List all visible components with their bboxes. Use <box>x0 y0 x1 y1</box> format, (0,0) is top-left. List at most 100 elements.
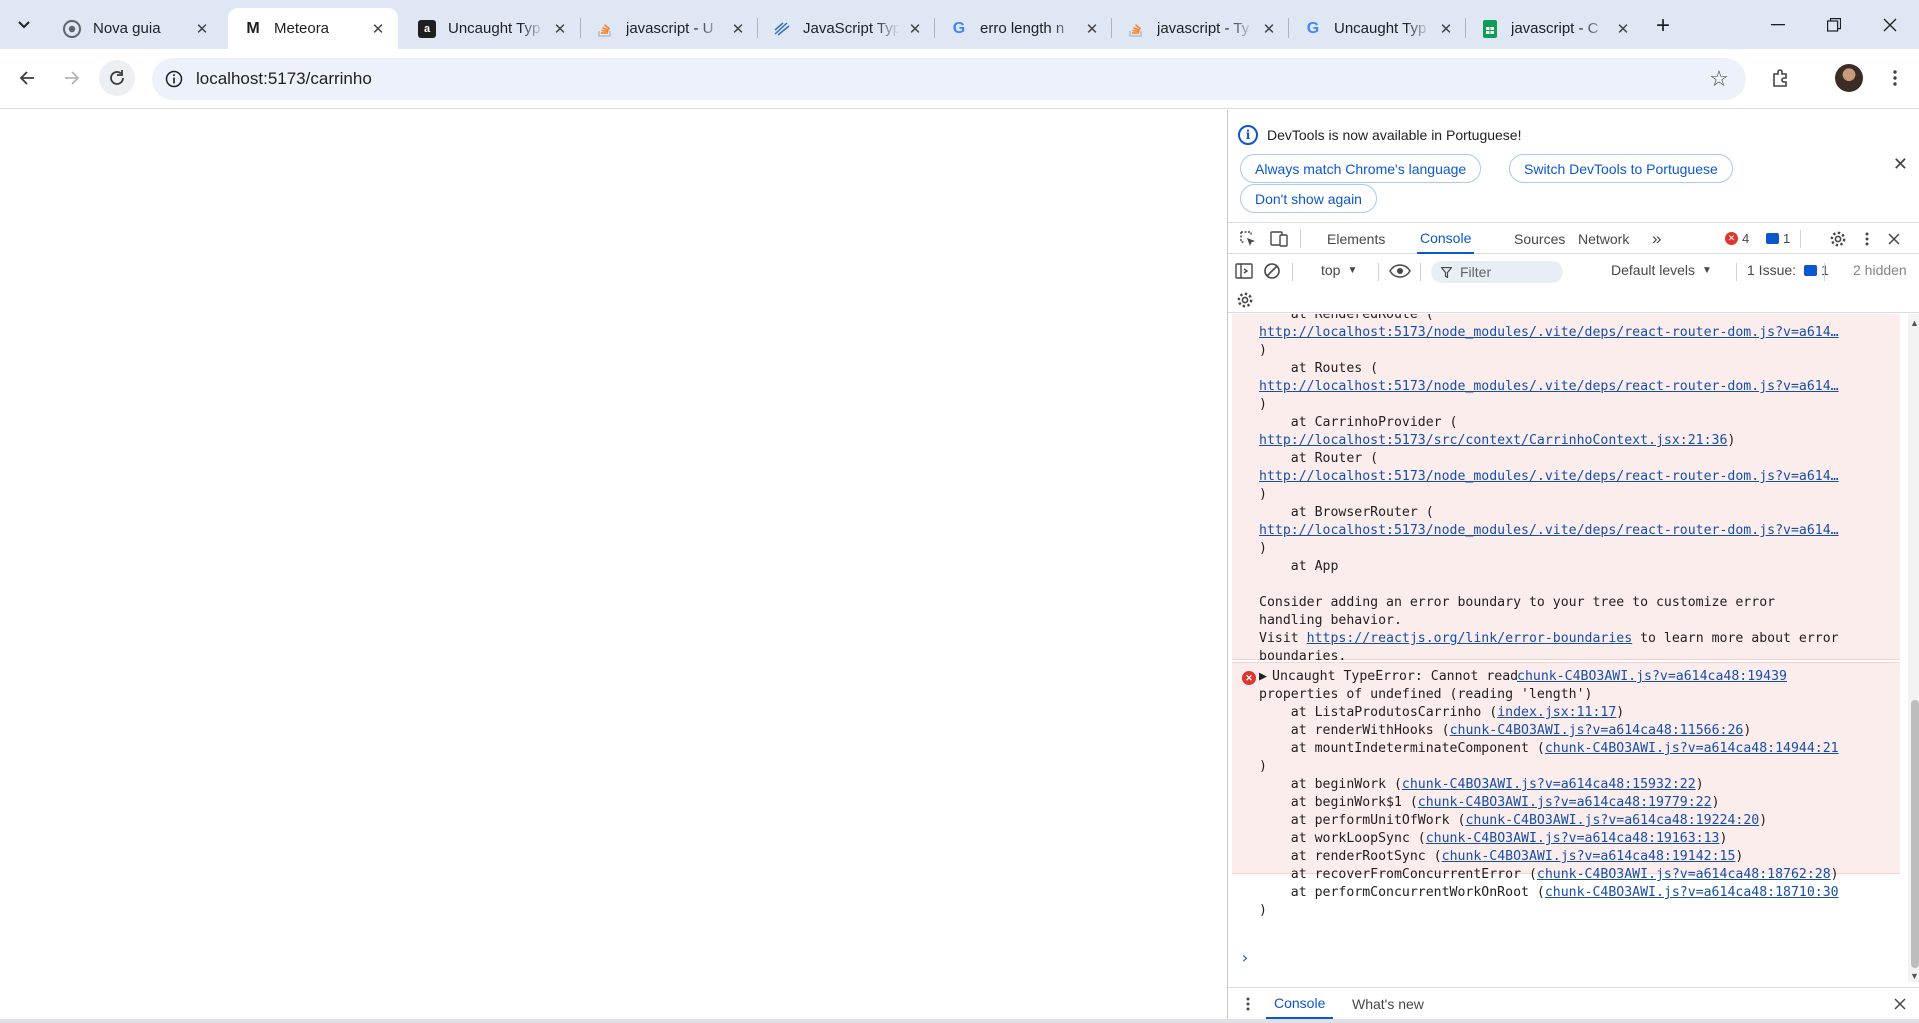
inspect-element-icon[interactable] <box>1238 229 1258 249</box>
info-icon: i <box>1238 125 1258 145</box>
close-infobar-icon[interactable]: ✕ <box>1893 154 1908 175</box>
tab-elements[interactable]: Elements <box>1327 223 1385 254</box>
browser-toolbar: localhost:5173/carrinho ☆ <box>0 49 1919 109</box>
console-line: at Router ( <box>1259 450 1378 468</box>
tab-javascript-ty[interactable]: javascript - Ty ✕ <box>1111 8 1289 49</box>
console-text: ) <box>1616 705 1625 720</box>
switch-to-portuguese-button[interactable]: Switch DevTools to Portuguese <box>1509 154 1733 183</box>
error-expand-arrow-icon[interactable]: ▶ <box>1259 668 1267 686</box>
error-headline: Uncaught TypeError: Cannot read <box>1272 669 1519 684</box>
tab-meteora[interactable]: M Meteora ✕ <box>228 8 398 49</box>
devtools-settings-gear-icon[interactable] <box>1828 229 1848 249</box>
new-tab-button[interactable]: + <box>1649 12 1677 40</box>
close-tab-icon[interactable]: ✕ <box>192 19 212 39</box>
context-selector[interactable]: top ▼ <box>1321 262 1357 278</box>
clear-console-icon[interactable] <box>1262 261 1282 281</box>
stackoverflow-icon <box>1127 20 1145 38</box>
console-settings-gear-icon[interactable] <box>1235 290 1255 310</box>
more-tabs-icon[interactable]: » <box>1652 223 1661 254</box>
source-link[interactable]: http://localhost:5173/node_modules/.vite… <box>1259 325 1839 340</box>
issues-counter[interactable]: 1 Issue: 1 <box>1747 262 1829 278</box>
tab-javascript-typ[interactable]: JavaScript Typ ✕ <box>757 8 935 49</box>
drawer-tab-console[interactable]: Console <box>1266 988 1334 1019</box>
console-text: at App <box>1259 559 1339 574</box>
close-tab-icon[interactable]: ✕ <box>905 19 925 39</box>
tab-nova-guia[interactable]: Nova guia ✕ <box>47 8 222 49</box>
scroll-up-arrow-icon[interactable]: ▲ <box>1910 318 1919 328</box>
device-toolbar-icon[interactable] <box>1269 229 1289 249</box>
tab-javascript-c[interactable]: javascript - C ✕ <box>1465 8 1643 49</box>
close-tab-icon[interactable]: ✕ <box>1259 19 1279 39</box>
source-link[interactable]: chunk-C4BO3AWI.js?v=a614ca48:19224:20 <box>1465 813 1759 828</box>
error-count-badge[interactable]: ✕ 4 <box>1725 231 1749 246</box>
close-window-button[interactable] <box>1862 0 1918 49</box>
close-tab-icon[interactable]: ✕ <box>1082 19 1102 39</box>
always-match-language-button[interactable]: Always match Chrome's language <box>1240 154 1482 183</box>
restore-button[interactable] <box>1806 0 1862 49</box>
source-link[interactable]: chunk-C4BO3AWI.js?v=a614ca48:19163:13 <box>1426 831 1720 846</box>
tab-title: Nova guia <box>93 20 161 37</box>
console-filter-input[interactable]: Filter <box>1431 261 1563 283</box>
source-link[interactable]: chunk-C4BO3AWI.js?v=a614ca48:15932:22 <box>1402 777 1696 792</box>
tab-uncaught-typ-1[interactable]: a Uncaught Typ ✕ <box>402 8 580 49</box>
log-levels-dropdown[interactable]: Default levels ▼ <box>1611 262 1712 278</box>
source-link[interactable]: chunk-C4BO3AWI.js?v=a614ca48:18710:30 <box>1545 885 1839 900</box>
console-line: at Routes ( <box>1259 360 1378 378</box>
source-link[interactable]: http://localhost:5173/node_modules/.vite… <box>1259 379 1839 394</box>
close-tab-icon[interactable]: ✕ <box>368 19 388 39</box>
source-link[interactable]: https://reactjs.org/link/error-boundarie… <box>1307 631 1633 646</box>
tab-title: Uncaught Typ <box>448 20 541 37</box>
console-line: ) <box>1259 396 1267 414</box>
source-link[interactable]: http://localhost:5173/node_modules/.vite… <box>1259 469 1839 484</box>
chevron-down-icon: ▼ <box>1347 264 1358 276</box>
scrollbar-thumb[interactable] <box>1911 700 1919 968</box>
source-link[interactable]: index.jsx:11:17 <box>1497 705 1616 720</box>
tab-console[interactable]: Console <box>1417 223 1475 254</box>
chrome-menu-icon[interactable] <box>1881 64 1909 92</box>
close-tab-icon[interactable]: ✕ <box>550 19 570 39</box>
site-info-icon[interactable] <box>162 67 186 91</box>
close-tab-icon[interactable]: ✕ <box>1436 19 1456 39</box>
bookmark-star-icon[interactable]: ☆ <box>1706 66 1732 92</box>
scroll-down-arrow-icon[interactable]: ▼ <box>1910 971 1919 981</box>
extensions-icon[interactable] <box>1767 64 1795 92</box>
error-source-link[interactable]: chunk-C4BO3AWI.js?v=a614ca48:19439 <box>1517 668 1787 686</box>
message-count-badge[interactable]: 1 <box>1766 231 1790 246</box>
url-text: localhost:5173/carrinho <box>196 69 372 88</box>
close-tab-icon[interactable]: ✕ <box>728 19 748 39</box>
tab-network[interactable]: Network <box>1578 223 1629 254</box>
source-link[interactable]: chunk-C4BO3AWI.js?v=a614ca48:11566:26 <box>1450 723 1744 738</box>
close-drawer-icon[interactable] <box>1890 994 1910 1014</box>
live-expression-eye-icon[interactable] <box>1388 261 1412 281</box>
address-bar[interactable]: localhost:5173/carrinho ☆ <box>152 58 1746 100</box>
console-prompt-icon[interactable]: › <box>1240 948 1250 967</box>
dont-show-again-button[interactable]: Don't show again <box>1240 184 1377 213</box>
console-text: ) <box>1259 343 1267 358</box>
console-line: http://localhost:5173/node_modules/.vite… <box>1259 522 1839 540</box>
source-link[interactable]: http://localhost:5173/src/context/Carrin… <box>1259 433 1727 448</box>
source-link[interactable]: chunk-C4BO3AWI.js?v=a614ca48:14944:21 <box>1545 741 1839 756</box>
console-output[interactable]: at RenderedRoute (http://localhost:5173/… <box>1228 314 1908 982</box>
tab-uncaught-typ-2[interactable]: G Uncaught Typ ✕ <box>1288 8 1466 49</box>
drawer-tab-whats-new[interactable]: What's new <box>1352 988 1424 1019</box>
console-line: ) <box>1259 758 1267 776</box>
show-sidebar-icon[interactable] <box>1234 261 1254 281</box>
close-tab-icon[interactable]: ✕ <box>1613 19 1633 39</box>
tab-javascript-u[interactable]: javascript - U ✕ <box>580 8 758 49</box>
source-link[interactable]: chunk-C4BO3AWI.js?v=a614ca48:19142:15 <box>1442 849 1736 864</box>
close-devtools-icon[interactable] <box>1884 229 1904 249</box>
source-link[interactable]: chunk-C4BO3AWI.js?v=a614ca48:19779:22 <box>1418 795 1712 810</box>
minimize-button[interactable] <box>1750 0 1806 49</box>
devtools-more-options-icon[interactable] <box>1857 229 1877 249</box>
source-link[interactable]: http://localhost:5173/node_modules/.vite… <box>1259 523 1839 538</box>
tab-search-icon[interactable] <box>9 13 39 37</box>
forward-button[interactable] <box>54 60 90 96</box>
drawer-menu-icon[interactable] <box>1238 994 1258 1014</box>
tab-erro-length[interactable]: G erro length n ✕ <box>934 8 1112 49</box>
tab-sources[interactable]: Sources <box>1514 223 1565 254</box>
source-link[interactable]: chunk-C4BO3AWI.js?v=a614ca48:18762:28 <box>1537 867 1831 882</box>
google-icon: G <box>952 19 966 37</box>
back-button[interactable] <box>9 60 45 96</box>
reload-button[interactable] <box>99 60 135 96</box>
profile-avatar[interactable] <box>1835 64 1863 92</box>
